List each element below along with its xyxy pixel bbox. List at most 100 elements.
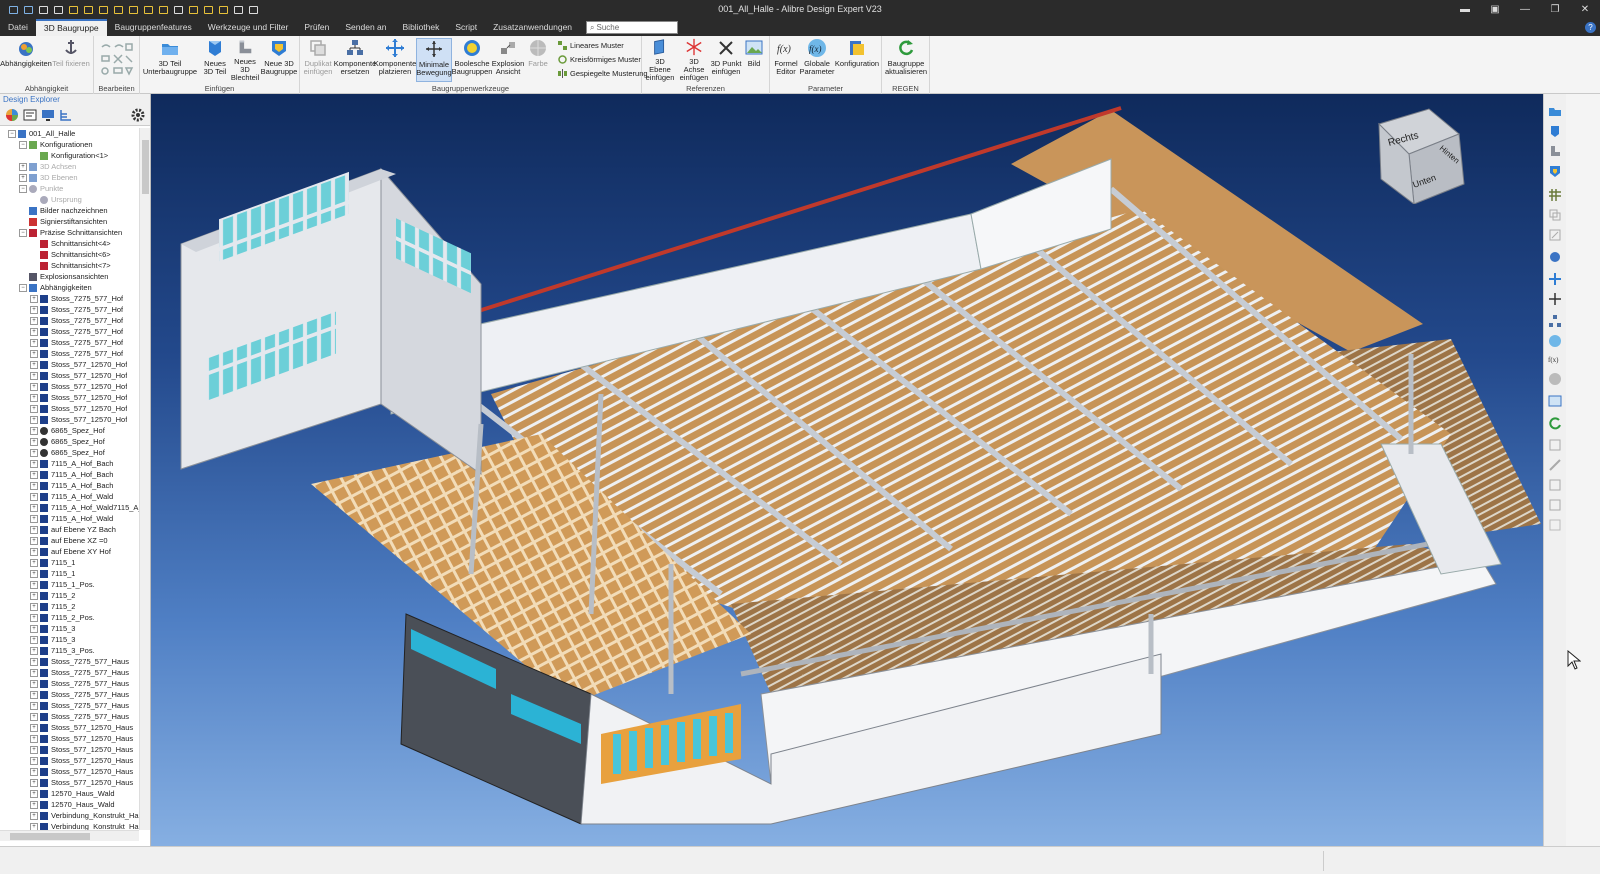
komponente-ersetzen-button[interactable]: Komponente ersetzen [334,38,376,82]
building-model[interactable] [151,94,1543,846]
viewcube[interactable]: Rechts Hinten Unten [1369,104,1469,204]
tree-node[interactable]: +7115_3 [0,634,139,645]
print-icon[interactable] [141,3,155,17]
achse-einfuegen-button[interactable]: 3D Achse einfügen [678,38,710,82]
tree-node[interactable]: + Stoss_7275_577_Haus [0,711,139,722]
folder-icon[interactable] [156,3,170,17]
global-params-icon[interactable] [1548,334,1562,348]
tree-node[interactable]: + auf Ebene XZ =0 [0,535,139,546]
expand-toggle-icon[interactable]: + [30,767,38,776]
select-icon[interactable] [186,3,200,17]
expand-toggle-icon[interactable]: − [19,283,27,292]
expand-toggle-icon[interactable]: + [30,558,38,567]
part-icon[interactable] [1548,124,1562,138]
tree-node[interactable]: +7115_3_Pos. [0,645,139,656]
tree-node[interactable]: + auf Ebene XY Hof [0,546,139,557]
expand-toggle-icon[interactable]: + [30,316,38,325]
expand-toggle-icon[interactable]: + [30,613,38,622]
assembly-icon[interactable] [1548,164,1562,178]
tree-node[interactable]: + Stoss_577_12570_Hof [0,414,139,425]
expand-toggle-icon[interactable]: + [30,811,38,820]
tree-node[interactable]: +7115_2 [0,601,139,612]
tree-node[interactable]: +7115_2 [0,590,139,601]
ebene-einfuegen-button[interactable]: 3D Ebene einfügen [644,38,676,82]
expand-toggle-icon[interactable]: + [30,547,38,556]
tree-node[interactable]: +3D Ebenen [0,172,139,183]
tree-node[interactable]: +7115_1_Pos. [0,579,139,590]
tab-baugruppenfeatures[interactable]: Baugruppenfeatures [107,19,200,36]
app-menu-icon[interactable] [6,3,20,17]
properties-icon[interactable] [23,108,37,122]
expand-toggle-icon[interactable]: + [30,569,38,578]
color-wheel-icon[interactable] [5,108,19,122]
expand-toggle-icon[interactable]: + [30,822,38,830]
tree-node[interactable]: +7115_A_Hof_Bach [0,469,139,480]
expand-toggle-icon[interactable]: + [19,173,27,182]
expand-toggle-icon[interactable]: + [30,404,38,413]
expand-toggle-icon[interactable]: + [30,459,38,468]
tree-node[interactable]: + Stoss_7275_577_Haus [0,689,139,700]
expand-toggle-icon[interactable]: + [30,426,38,435]
expand-toggle-icon[interactable]: + [30,646,38,655]
tab-bibliothek[interactable]: Bibliothek [395,19,448,36]
boolesche-button[interactable]: Boolesche Baugruppen [452,38,492,82]
tree-node[interactable]: + Stoss_7275_577_Hof [0,348,139,359]
scroll-thumb[interactable] [10,833,90,840]
expand-toggle-icon[interactable]: + [30,635,38,644]
tree-node[interactable]: + auf Ebene YZ Bach [0,524,139,535]
close-button[interactable]: ✕ [1570,0,1600,19]
expand-toggle-icon[interactable]: + [30,690,38,699]
tree-node[interactable]: +7115_3 [0,623,139,634]
lineares-muster-button[interactable]: Lineares Muster [558,39,624,52]
tree-node[interactable]: + Stoss_7275_577_Haus [0,700,139,711]
minimale-bewegung-button[interactable]: Minimale Bewegung [416,38,452,82]
expand-toggle-icon[interactable]: + [30,756,38,765]
3d-viewport[interactable]: Rechts Hinten Unten [151,94,1543,846]
move-icon[interactable] [201,3,215,17]
tool-icon[interactable] [1548,478,1562,492]
tree-node[interactable]: +7115_A_Hof_Wald [0,513,139,524]
expand-toggle-icon[interactable]: + [30,712,38,721]
expand-toggle-icon[interactable]: + [30,701,38,710]
expand-toggle-icon[interactable]: + [30,360,38,369]
expand-toggle-icon[interactable]: + [30,514,38,523]
expand-toggle-icon[interactable]: + [30,778,38,787]
tree-node[interactable]: + Stoss_7275_577_Haus [0,678,139,689]
tree-node[interactable]: + Stoss_577_12570_Hof [0,381,139,392]
tab-datei[interactable]: Datei [0,19,36,36]
expand-toggle-icon[interactable]: + [30,657,38,666]
tree-node[interactable]: + Stoss_7275_577_Hof [0,293,139,304]
expand-toggle-icon[interactable]: + [30,382,38,391]
tool-icon[interactable] [1548,438,1562,452]
color-icon[interactable] [1548,372,1562,386]
tree-node[interactable]: +7115_A_Hof_Bach [0,458,139,469]
explosion-button[interactable]: Explosion Ansicht [492,38,524,82]
neue-baugruppe-button[interactable]: Neue 3D Baugruppe [261,38,297,82]
expand-toggle-icon[interactable]: + [30,503,38,512]
farbe-button[interactable]: Farbe [526,38,550,82]
expand-toggle-icon[interactable]: + [30,470,38,479]
minimal-move-icon[interactable] [1548,292,1562,306]
open-icon[interactable] [126,3,140,17]
expand-toggle-icon[interactable]: + [30,789,38,798]
expand-toggle-icon[interactable]: + [30,492,38,501]
open-folder-icon[interactable] [1548,104,1562,118]
neues-blechteil-button[interactable]: Neues 3D Blechteil [230,38,260,82]
expand-toggle-icon[interactable]: + [30,327,38,336]
tree-node[interactable]: + Stoss_577_12570_Hof [0,370,139,381]
expand-toggle-icon[interactable]: + [30,580,38,589]
tree-node[interactable]: + Stoss_7275_577_Hof [0,315,139,326]
expand-toggle-icon[interactable]: + [30,679,38,688]
grid-icon[interactable] [1548,188,1562,202]
kreisfoermiges-muster-button[interactable]: Kreisförmiges Muster [558,53,641,66]
expand-toggle-icon[interactable]: + [30,437,38,446]
expand-toggle-icon[interactable]: + [30,734,38,743]
expand-toggle-icon[interactable]: − [8,129,16,138]
tree-node[interactable]: Schnittansicht<7> [0,260,139,271]
konfiguration-button[interactable]: Konfiguration [835,38,879,82]
tree-node[interactable]: Schnittansicht<4> [0,238,139,249]
minimize-button[interactable]: — [1510,0,1540,19]
expand-toggle-icon[interactable]: + [30,415,38,424]
tree-node[interactable]: + Stoss_577_12570_Hof [0,392,139,403]
bild-button[interactable]: Bild [742,38,766,82]
